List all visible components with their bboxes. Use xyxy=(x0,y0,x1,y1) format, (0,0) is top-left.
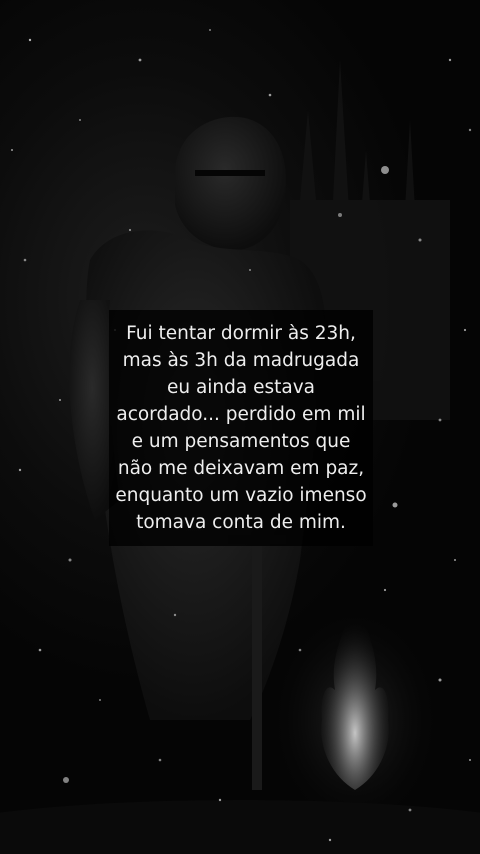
visor-slit xyxy=(195,170,265,176)
ground xyxy=(0,800,480,854)
caption-text: Fui tentar dormir às 23h, mas às 3h da m… xyxy=(115,323,367,533)
story-screen: Fui tentar dormir às 23h, mas às 3h da m… xyxy=(0,0,480,854)
caption-box: Fui tentar dormir às 23h, mas às 3h da m… xyxy=(109,310,373,546)
